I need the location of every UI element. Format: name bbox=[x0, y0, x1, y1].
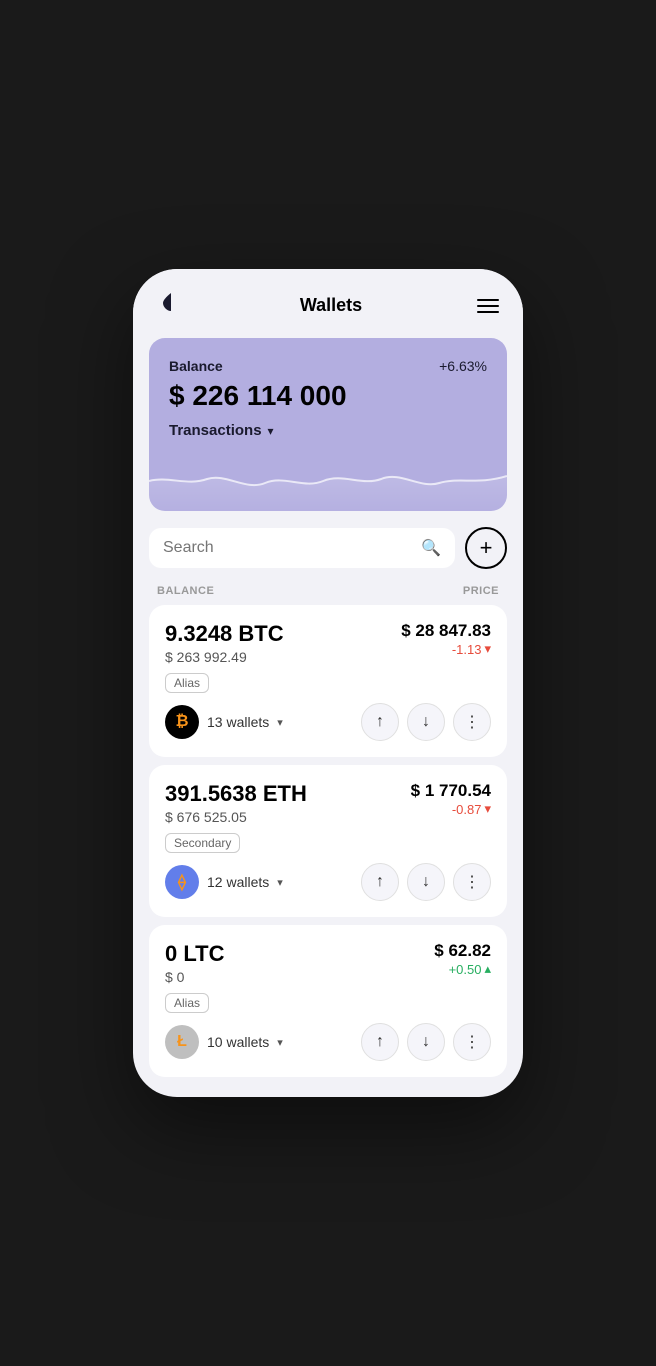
ltc-alias[interactable]: Alias bbox=[165, 993, 209, 1013]
add-wallet-button[interactable]: + bbox=[465, 527, 507, 569]
search-icon: 🔍 bbox=[421, 538, 441, 558]
eth-amount: 391.5638 ETH bbox=[165, 781, 307, 807]
ltc-wallet-info[interactable]: Ł 10 wallets ▾ bbox=[165, 1025, 283, 1059]
balance-percent: +6.63% bbox=[439, 358, 487, 374]
eth-usd: $ 676 525.05 bbox=[165, 809, 307, 825]
ltc-amount: 0 LTC bbox=[165, 941, 224, 967]
eth-actions: ↑ ↓ ⋮ bbox=[361, 863, 491, 901]
ltc-price: $ 62.82 bbox=[434, 941, 491, 961]
btc-amount: 9.3248 BTC bbox=[165, 621, 284, 647]
btc-usd: $ 263 992.49 bbox=[165, 649, 284, 665]
ltc-change-arrow: ▴ bbox=[484, 961, 491, 977]
btc-send-button[interactable]: ↑ bbox=[361, 703, 399, 741]
eth-logo: ⟠ bbox=[165, 865, 199, 899]
search-box: 🔍 bbox=[149, 528, 455, 568]
btc-wallet-chevron-icon: ▾ bbox=[277, 716, 283, 729]
phone-frame: Wallets Balance +6.63% $ 226 114 000 Tra… bbox=[133, 269, 523, 1097]
btc-change: -1.13 ▾ bbox=[401, 641, 491, 657]
ltc-receive-button[interactable]: ↓ bbox=[407, 1023, 445, 1061]
ltc-more-button[interactable]: ⋮ bbox=[453, 1023, 491, 1061]
coin-card-ltc: 0 LTC $ 0 $ 62.82 +0.50 ▴ Alias Ł 10 wal… bbox=[149, 925, 507, 1077]
price-column-header: PRICE bbox=[463, 585, 499, 597]
eth-wallet-count: 12 wallets bbox=[207, 874, 269, 890]
header: Wallets bbox=[133, 269, 523, 338]
btc-more-button[interactable]: ⋮ bbox=[453, 703, 491, 741]
btc-price: $ 28 847.83 bbox=[401, 621, 491, 641]
transactions-chevron-icon: ▾ bbox=[268, 424, 274, 438]
eth-receive-button[interactable]: ↓ bbox=[407, 863, 445, 901]
eth-change-arrow: ▾ bbox=[484, 801, 491, 817]
ltc-wallet-count: 10 wallets bbox=[207, 1034, 269, 1050]
ltc-send-button[interactable]: ↑ bbox=[361, 1023, 399, 1061]
menu-icon[interactable] bbox=[477, 299, 499, 313]
balance-chart bbox=[149, 451, 507, 511]
transactions-row[interactable]: Transactions ▾ bbox=[169, 422, 487, 451]
ltc-actions: ↑ ↓ ⋮ bbox=[361, 1023, 491, 1061]
ltc-wallet-chevron-icon: ▾ bbox=[277, 1036, 283, 1049]
balance-label: Balance bbox=[169, 358, 223, 374]
page-title: Wallets bbox=[300, 295, 362, 316]
coin-card-eth: 391.5638 ETH $ 676 525.05 $ 1 770.54 -0.… bbox=[149, 765, 507, 917]
logo bbox=[157, 289, 185, 322]
ltc-logo: Ł bbox=[165, 1025, 199, 1059]
btc-change-arrow: ▾ bbox=[484, 641, 491, 657]
btc-actions: ↑ ↓ ⋮ bbox=[361, 703, 491, 741]
ltc-usd: $ 0 bbox=[165, 969, 224, 985]
search-row: 🔍 + bbox=[133, 527, 523, 581]
eth-send-button[interactable]: ↑ bbox=[361, 863, 399, 901]
list-header: BALANCE PRICE bbox=[133, 581, 523, 605]
btc-alias[interactable]: Alias bbox=[165, 673, 209, 693]
eth-wallet-info[interactable]: ⟠ 12 wallets ▾ bbox=[165, 865, 283, 899]
btc-wallet-count: 13 wallets bbox=[207, 714, 269, 730]
btc-wallet-info[interactable]: ₿ 13 wallets ▾ bbox=[165, 705, 283, 739]
transactions-label: Transactions bbox=[169, 422, 262, 439]
eth-wallet-chevron-icon: ▾ bbox=[277, 876, 283, 889]
eth-change: -0.87 ▾ bbox=[411, 801, 491, 817]
balance-column-header: BALANCE bbox=[157, 585, 214, 597]
eth-more-button[interactable]: ⋮ bbox=[453, 863, 491, 901]
eth-alias[interactable]: Secondary bbox=[165, 833, 240, 853]
coin-list: 9.3248 BTC $ 263 992.49 $ 28 847.83 -1.1… bbox=[133, 605, 523, 1097]
balance-card: Balance +6.63% $ 226 114 000 Transaction… bbox=[149, 338, 507, 511]
balance-amount: $ 226 114 000 bbox=[169, 380, 487, 412]
search-input[interactable] bbox=[163, 539, 413, 557]
coin-card-btc: 9.3248 BTC $ 263 992.49 $ 28 847.83 -1.1… bbox=[149, 605, 507, 757]
btc-logo: ₿ bbox=[165, 705, 199, 739]
eth-price: $ 1 770.54 bbox=[411, 781, 491, 801]
btc-receive-button[interactable]: ↓ bbox=[407, 703, 445, 741]
ltc-change: +0.50 ▴ bbox=[434, 961, 491, 977]
